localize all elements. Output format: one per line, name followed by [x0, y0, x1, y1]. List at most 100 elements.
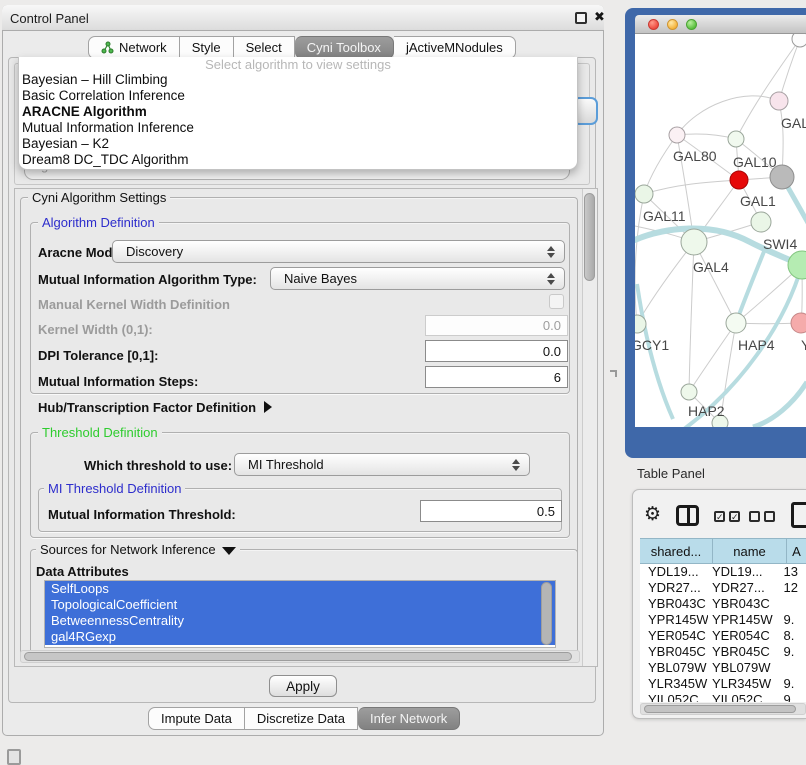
gear-icon[interactable]: ⚙ [644, 503, 661, 526]
dropdown-item-dream8[interactable]: Dream8 DC_TDC Algorithm [19, 152, 577, 168]
aracne-mode-combo[interactable]: Discovery [112, 240, 565, 263]
node-hap2[interactable] [681, 384, 697, 400]
table-row[interactable]: YER054C YER054C 8. [640, 628, 806, 644]
svg-text:GAL11: GAL11 [643, 208, 686, 224]
table-row[interactable]: YIL052C YIL052C 9 [640, 692, 806, 702]
svg-text:GAL: GAL [781, 115, 806, 131]
data-attributes-list[interactable]: SelfLoops TopologicalCoefficient Between… [44, 580, 556, 648]
algorithm-definition-title: Algorithm Definition [38, 215, 159, 230]
node-salmon[interactable] [791, 313, 806, 333]
close-icon[interactable]: ✖ [594, 9, 605, 25]
hub-definition-toggle[interactable]: Hub/Transcription Factor Definition [38, 400, 272, 415]
tab-network-label: Network [119, 40, 167, 55]
algorithm-dropdown-list[interactable]: Select algorithm to view settings Bayesi… [18, 57, 578, 170]
manual-kernel-width-checkbox[interactable] [549, 294, 564, 309]
dropdown-item-basic-correlation[interactable]: Basic Correlation Inference [19, 88, 577, 104]
column-header-clipped[interactable]: A [786, 539, 806, 563]
apply-button[interactable]: Apply [269, 675, 337, 697]
table-row[interactable]: YDR27... YDR27... 12 [640, 580, 806, 596]
node-hap4[interactable] [726, 313, 746, 333]
list-item-selfloops[interactable]: SelfLoops [45, 581, 555, 597]
sources-group-title[interactable]: Sources for Network Inference [36, 542, 240, 557]
network-icon [101, 41, 114, 54]
svg-text:HAP2: HAP2 [688, 403, 725, 419]
tab-cyni-toolbox[interactable]: Cyni Toolbox [295, 36, 394, 59]
tab-impute-data[interactable]: Impute Data [148, 707, 245, 730]
svg-text:GAL4: GAL4 [693, 259, 729, 275]
table-row[interactable]: YBR045C YBR045C 9. [640, 644, 806, 660]
table-row[interactable]: YBR043C YBR043C [640, 596, 806, 612]
combo-arrows-icon [547, 273, 555, 285]
tab-select[interactable]: Select [234, 36, 295, 59]
float-window-icon[interactable] [575, 12, 587, 24]
tab-infer-network[interactable]: Infer Network [358, 707, 460, 730]
kernel-width-label: Kernel Width (0,1): [38, 322, 153, 337]
dropdown-item-aracne[interactable]: ARACNE Algorithm [19, 104, 577, 120]
node-swi4[interactable] [751, 212, 771, 232]
scrollbar-thumb[interactable] [584, 193, 595, 281]
tab-discretize-data[interactable]: Discretize Data [245, 707, 358, 730]
node-gal-pink[interactable] [770, 92, 788, 110]
network-window-titlebar[interactable] [635, 15, 806, 34]
table-row[interactable]: YPR145W YPR145W 9. [640, 612, 806, 628]
network-canvas[interactable]: GAL GAL80 GAL10 GAL1 GAL11 SWI4 GAL4 GCY… [635, 34, 806, 427]
unselect-all-checks-icon[interactable] [749, 511, 760, 522]
dropdown-item-bayesian-hill[interactable]: Bayesian – Hill Climbing [19, 72, 577, 88]
svg-text:GAL10: GAL10 [733, 154, 777, 170]
dropdown-item-bayesian-k2[interactable]: Bayesian – K2 [19, 136, 577, 152]
table-row[interactable]: YDL19... YDL19... 13 [640, 564, 806, 580]
which-threshold-combo[interactable]: MI Threshold [234, 453, 530, 476]
minimize-traffic-light[interactable] [667, 19, 678, 30]
network-node-labels: GAL GAL80 GAL10 GAL1 GAL11 SWI4 GAL4 GCY… [635, 115, 806, 419]
node-unnamed-top[interactable] [792, 34, 806, 47]
mi-threshold-label: Mutual Information Threshold: [48, 507, 236, 522]
mi-algorithm-type-label: Mutual Information Algorithm Type: [38, 272, 257, 287]
settings-horizontal-scrollbar[interactable] [20, 650, 580, 663]
panel-splitter-handle[interactable] [610, 370, 617, 377]
mi-steps-label: Mutual Information Steps: [38, 374, 198, 389]
node-gal4[interactable] [681, 229, 707, 255]
dpi-tolerance-field[interactable]: 0.0 [425, 340, 568, 362]
mi-algorithm-type-combo[interactable]: Naive Bayes [270, 267, 565, 290]
zoom-traffic-light[interactable] [686, 19, 697, 30]
settings-vertical-scrollbar[interactable] [582, 189, 597, 666]
kernel-width-field[interactable]: 0.0 [425, 315, 568, 336]
mi-steps-field[interactable]: 6 [425, 366, 568, 388]
node-gal10[interactable] [728, 131, 744, 147]
svg-text:GAL1: GAL1 [740, 193, 776, 209]
minimized-panel-icon[interactable] [7, 749, 21, 765]
tab-jactivemnodules[interactable]: jActiveMNodules [394, 36, 516, 59]
list-item-gal4rgexp[interactable]: gal4RGexp [45, 629, 555, 645]
node-gal1-selected[interactable] [730, 171, 748, 189]
close-traffic-light[interactable] [648, 19, 659, 30]
scrollbar-thumb[interactable] [644, 705, 796, 713]
column-header-name[interactable]: name [712, 539, 786, 563]
tab-style[interactable]: Style [180, 36, 234, 59]
scrollbar-thumb[interactable] [24, 652, 572, 661]
list-item-betweenness[interactable]: BetweennessCentrality [45, 613, 555, 629]
tab-network[interactable]: Network [88, 36, 180, 59]
collapsed-arrow-icon [264, 401, 272, 413]
dropdown-item-mutual-info[interactable]: Mutual Information Inference [19, 120, 577, 136]
file-export-icon[interactable] [791, 502, 806, 528]
mi-threshold-group-title: MI Threshold Definition [44, 481, 185, 496]
node-gal11[interactable] [635, 185, 653, 203]
select-all-checks-icon[interactable]: ✓ [729, 511, 740, 522]
control-panel-titlebar [2, 5, 604, 31]
combo-arrows-icon [512, 459, 520, 471]
unselect-all-checks-icon[interactable] [764, 511, 775, 522]
table-horizontal-scrollbar[interactable] [640, 703, 806, 715]
table-row[interactable]: YLR345W YLR345W 9. [640, 676, 806, 692]
expanded-arrow-icon [222, 547, 236, 555]
table-row[interactable]: YBL079W YBL079W [640, 660, 806, 676]
column-header-shared[interactable]: shared... [640, 539, 712, 563]
data-attributes-label: Data Attributes [36, 564, 129, 579]
list-scrollbar-thumb[interactable] [541, 582, 552, 645]
columns-icon[interactable] [676, 505, 699, 526]
table-body: YDL19... YDL19... 13 YDR27... YDR27... 1… [640, 564, 806, 702]
list-item-topological[interactable]: TopologicalCoefficient [45, 597, 555, 613]
mi-threshold-field[interactable]: 0.5 [420, 500, 562, 522]
node-gal80[interactable] [669, 127, 685, 143]
control-panel-tabbar: Network Style Select Cyni Toolbox jActiv… [88, 36, 516, 59]
select-all-checks-icon[interactable]: ✓ [714, 511, 725, 522]
